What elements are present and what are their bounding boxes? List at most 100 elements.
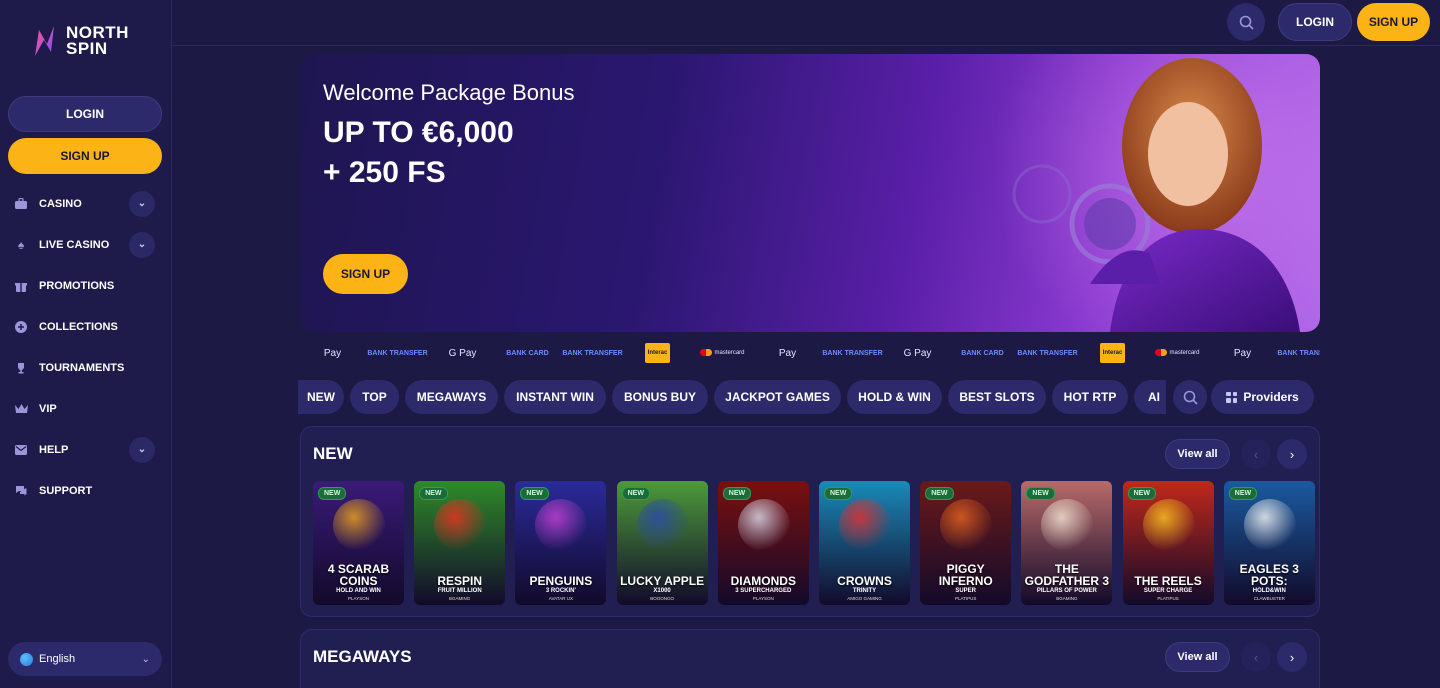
providers-button[interactable]: Providers xyxy=(1211,380,1314,414)
game-subtitle: SUPER xyxy=(955,588,977,594)
sidebar-login-button[interactable]: LOGIN xyxy=(8,96,162,132)
game-artwork xyxy=(940,499,993,551)
northspin-logo-icon xyxy=(32,24,58,58)
game-artwork xyxy=(636,499,689,551)
sidebar-item-label: VIP xyxy=(39,402,57,415)
payment-logo-bank: BANK TRANSFER xyxy=(560,350,625,357)
hero-title-line1: UP TO €6,000 xyxy=(323,116,514,149)
section-title: MEGAWAYS xyxy=(313,647,412,666)
game-title: PIGGY INFERNO xyxy=(938,562,993,588)
sidebar-item-casino[interactable]: CASINO ⌄ xyxy=(0,183,172,224)
game-provider: PLATIPUS xyxy=(1157,596,1179,601)
sidebar-item-label: LIVE CASINO xyxy=(39,238,110,251)
payment-label: BANK CARD xyxy=(961,349,1004,357)
game-subtitle: PILLARS OF POWER xyxy=(1036,588,1097,594)
tab-instant-win[interactable]: INSTANT WIN xyxy=(504,380,606,414)
game-provider: CLAWBUSTER xyxy=(1253,596,1285,601)
payment-logo-applepay: Pay xyxy=(300,348,365,359)
chevron-right-icon: › xyxy=(1289,649,1295,665)
plus-circle-icon xyxy=(14,320,28,334)
payment-label: BANK TRANSFER xyxy=(1277,349,1320,357)
tab-hold-win[interactable]: HOLD & WIN xyxy=(847,380,942,414)
chevron-down-icon[interactable]: ⌄ xyxy=(129,231,155,258)
payment-methods-strip: Pay BANK TRANSFER G Pay BANK CARD BANK TRANS… xyxy=(300,340,1320,366)
prev-arrow-button[interactable]: ‹ xyxy=(1241,642,1271,672)
sidebar-item-tournaments[interactable]: TOURNAMENTS xyxy=(0,347,172,388)
payment-logo-applepay: Pay xyxy=(755,348,820,359)
game-tile[interactable]: NEW THE REELS SUPER CHARGE PLATIPUS xyxy=(1122,481,1214,605)
hero-title-line2: + 250 FS xyxy=(323,156,446,189)
sidebar-item-help[interactable]: HELP ⌄ xyxy=(0,429,172,470)
tab-megaways[interactable]: MEGAWAYS xyxy=(405,380,498,414)
game-provider: AVATAR UX xyxy=(548,596,573,601)
chevron-down-icon[interactable]: ⌄ xyxy=(129,436,155,463)
view-all-button[interactable]: View all xyxy=(1165,439,1230,469)
game-artwork xyxy=(839,499,891,551)
sidebar-item-promotions[interactable]: PROMOTIONS xyxy=(0,265,172,306)
sidebar-item-support[interactable]: SUPPORT xyxy=(0,470,172,511)
language-selector[interactable]: English ⌄ xyxy=(8,642,162,676)
new-badge: NEW xyxy=(925,487,954,500)
game-tile[interactable]: NEW CROWNS TRINITY AMIGO GAMING xyxy=(819,481,910,605)
payment-logo-mc: mastercard xyxy=(690,349,755,357)
sidebar-item-vip[interactable]: VIP xyxy=(0,388,172,429)
tab-bonus-buy[interactable]: BONUS BUY xyxy=(612,380,708,414)
game-tile[interactable]: NEW EAGLES 3 POTS: HOLD&WIN CLAWBUSTER xyxy=(1223,481,1315,605)
sidebar-item-label: COLLECTIONS xyxy=(39,320,118,333)
sidebar-item-label: CASINO xyxy=(39,197,82,210)
chevron-down-icon[interactable]: ⌄ xyxy=(129,190,155,217)
next-arrow-button[interactable]: › xyxy=(1277,642,1307,672)
game-title: EAGLES 3 POTS: xyxy=(1239,562,1299,588)
header-login-button[interactable]: LOGIN xyxy=(1278,3,1352,41)
sidebar-item-live-casino[interactable]: ♠ LIVE CASINO ⌄ xyxy=(0,224,172,265)
new-badge: NEW xyxy=(824,487,853,500)
game-tile[interactable]: NEW DIAMONDS 3 SUPERCHARGED PLAYSON xyxy=(717,481,809,605)
tab-jackpot-games[interactable]: JACKPOT GAMES xyxy=(714,380,841,414)
header-search-button[interactable] xyxy=(1227,3,1265,41)
chevron-right-icon: › xyxy=(1289,446,1295,462)
header-signup-button[interactable]: SIGN UP xyxy=(1357,3,1430,41)
gift-icon xyxy=(14,279,28,293)
tab-best-slots[interactable]: BEST SLOTS xyxy=(948,380,1046,414)
game-provider: AMIGO GAMING xyxy=(847,596,882,601)
game-tile[interactable]: NEW PIGGY INFERNO SUPER PLATIPUS xyxy=(920,481,1012,605)
chat-icon xyxy=(14,484,28,498)
new-badge: NEW xyxy=(318,487,347,500)
sidebar-item-collections[interactable]: COLLECTIONS xyxy=(0,306,172,347)
tab-hot-rtp[interactable]: HOT RTP xyxy=(1052,380,1128,414)
hero-signup-button[interactable]: SIGN UP xyxy=(323,254,408,294)
game-tile[interactable]: NEW RESPIN FRUIT MILLION BGAMING xyxy=(414,481,506,605)
brand-name-line2: SPIN xyxy=(66,39,108,58)
game-tile[interactable]: NEW PENGUINS 3 ROCKIN' AVATAR UX xyxy=(515,481,607,605)
payment-label: G Pay xyxy=(903,347,932,359)
brand-logo[interactable]: NORTH SPIN xyxy=(32,24,129,58)
new-badge: NEW xyxy=(1228,487,1258,500)
sidebar: NORTH SPIN LOGIN SIGN UP CASINO ⌄ ♠ LIVE… xyxy=(0,0,172,688)
view-all-button[interactable]: View all xyxy=(1165,642,1230,672)
sidebar-item-label: PROMOTIONS xyxy=(39,279,115,292)
sidebar-item-label: SUPPORT xyxy=(39,484,93,497)
game-subtitle: X1000 xyxy=(653,588,671,594)
game-tile[interactable]: NEW THE GODFATHER 3 PILLARS OF POWER BGAMIN… xyxy=(1021,481,1113,605)
payment-label: mastercard xyxy=(700,349,744,357)
payment-label: Pay xyxy=(1233,347,1252,359)
tab-new[interactable]: NEW xyxy=(298,380,344,414)
payment-label: BANK TRANSFER xyxy=(822,349,883,357)
tab-ai[interactable]: AI xyxy=(1134,380,1166,414)
new-badge: NEW xyxy=(419,487,448,500)
hero-banner: Welcome Package Bonus UP TO €6,000 + 250… xyxy=(300,54,1320,332)
payment-label: Interac xyxy=(644,343,671,363)
prev-arrow-button[interactable]: ‹ xyxy=(1241,439,1271,469)
tab-top[interactable]: TOP xyxy=(350,380,399,414)
language-label: English xyxy=(39,653,76,665)
next-arrow-button[interactable]: › xyxy=(1277,439,1307,469)
game-artwork xyxy=(434,499,487,551)
payment-label: Interac xyxy=(1099,343,1126,363)
game-tile[interactable]: NEW LUCKY APPLE X1000 BOOONGO xyxy=(616,481,708,605)
game-provider: BGAMING xyxy=(449,596,471,601)
payment-logo-bank: BANK TRANSFER xyxy=(365,350,430,357)
sidebar-signup-button[interactable]: SIGN UP xyxy=(8,138,162,174)
game-tile[interactable]: NEW 4 SCARAB COINS HOLD AND WIN PLAYSON xyxy=(313,481,404,605)
category-search-button[interactable] xyxy=(1173,380,1207,414)
game-provider: PLAYSON xyxy=(752,596,774,601)
